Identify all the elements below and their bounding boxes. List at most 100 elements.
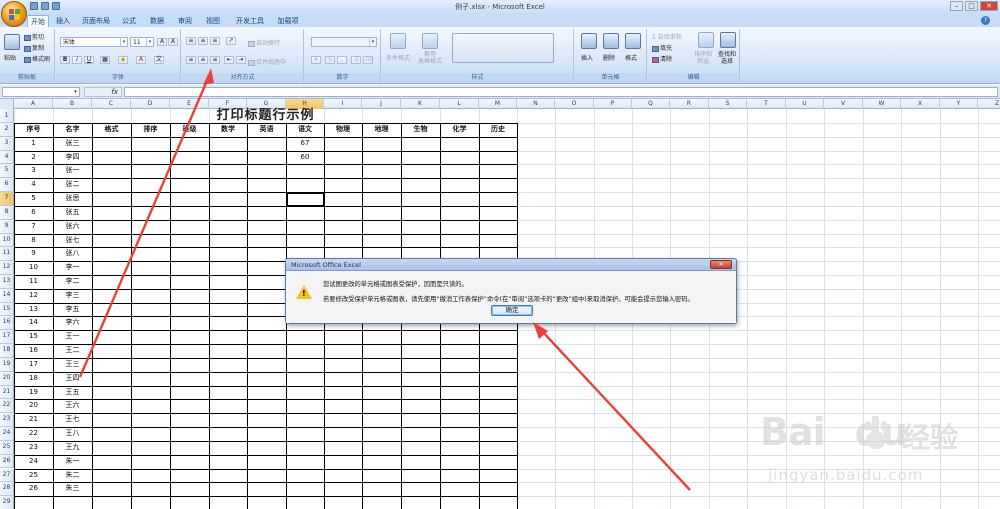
- cell-styles-gallery[interactable]: [452, 33, 554, 63]
- minimize-button[interactable]: –: [950, 1, 963, 11]
- header-cell[interactable]: 语文: [286, 123, 324, 137]
- conditional-format-icon[interactable]: [390, 33, 406, 49]
- row-header[interactable]: 7: [0, 192, 14, 206]
- table-cell[interactable]: 24: [14, 455, 53, 469]
- table-cell[interactable]: 3: [14, 164, 53, 178]
- row-header[interactable]: 8: [0, 205, 14, 220]
- table-cell[interactable]: 13: [14, 303, 53, 317]
- column-header[interactable]: J: [362, 99, 401, 109]
- tab-home[interactable]: 开始: [27, 15, 49, 27]
- header-cell[interactable]: 名字: [53, 123, 92, 137]
- orientation-button[interactable]: ↗: [226, 37, 236, 45]
- table-cell[interactable]: 张二: [53, 178, 92, 192]
- row-header[interactable]: 20: [0, 371, 14, 386]
- tab-page-layout[interactable]: 页面布局: [78, 15, 114, 27]
- table-cell[interactable]: 19: [14, 386, 53, 400]
- row-header[interactable]: 4: [0, 150, 14, 165]
- column-header[interactable]: X: [901, 99, 940, 109]
- insert-function-button[interactable]: fx: [84, 87, 122, 97]
- table-cell[interactable]: 张一: [53, 164, 92, 178]
- column-header[interactable]: B: [53, 99, 92, 109]
- table-cell[interactable]: 王八: [53, 427, 92, 441]
- autosum-button[interactable]: Σ 自动求和: [652, 32, 682, 41]
- tab-insert[interactable]: 插入: [52, 15, 74, 27]
- row-header[interactable]: 16: [0, 316, 14, 331]
- header-cell[interactable]: 物理: [324, 123, 362, 137]
- row-header[interactable]: 27: [0, 468, 14, 483]
- table-cell[interactable]: 67: [286, 137, 324, 151]
- table-cell[interactable]: 王九: [53, 441, 92, 455]
- row-header[interactable]: 15: [0, 302, 14, 317]
- align-bottom-button[interactable]: ≡: [210, 37, 220, 45]
- align-center-button[interactable]: ≡: [198, 56, 208, 64]
- cut-button[interactable]: 剪切: [24, 32, 44, 41]
- copy-button[interactable]: 复制: [24, 43, 44, 52]
- insert-cells-button[interactable]: 插入: [581, 53, 593, 62]
- column-header[interactable]: L: [440, 99, 479, 109]
- align-left-button[interactable]: ≡: [186, 56, 196, 64]
- active-cell[interactable]: [286, 192, 325, 207]
- sheet-title[interactable]: 打印标题行示例: [14, 109, 517, 123]
- header-cell[interactable]: 序号: [14, 123, 53, 137]
- row-header[interactable]: 22: [0, 399, 14, 414]
- table-cell[interactable]: 25: [14, 469, 53, 483]
- close-window-button[interactable]: ✕: [980, 1, 998, 11]
- row-header[interactable]: 19: [0, 357, 14, 372]
- tab-developer[interactable]: 开发工具: [232, 15, 268, 27]
- table-cell[interactable]: 王二: [53, 344, 92, 358]
- decrease-decimal-button[interactable]: .00: [363, 56, 374, 64]
- office-button[interactable]: [1, 1, 27, 27]
- table-cell[interactable]: 16: [14, 344, 53, 358]
- column-header[interactable]: R: [670, 99, 709, 109]
- row-header[interactable]: 18: [0, 344, 14, 358]
- header-cell[interactable]: 地理: [362, 123, 401, 137]
- clear-button[interactable]: 清除: [652, 54, 672, 63]
- table-cell[interactable]: 5: [14, 192, 53, 206]
- border-button[interactable]: ▦: [100, 56, 110, 64]
- ok-button[interactable]: 确定: [491, 305, 533, 316]
- column-header[interactable]: M: [479, 99, 517, 109]
- column-header[interactable]: K: [401, 99, 440, 109]
- font-name-select[interactable]: 宋体 ▾: [60, 37, 128, 47]
- table-cell[interactable]: 李二: [53, 275, 92, 289]
- row-header[interactable]: 13: [0, 275, 14, 289]
- column-header[interactable]: W: [863, 99, 901, 109]
- column-header[interactable]: U: [786, 99, 824, 109]
- column-header[interactable]: I: [324, 99, 362, 109]
- table-cell[interactable]: 20: [14, 399, 53, 413]
- table-cell[interactable]: 张六: [53, 220, 92, 234]
- table-cell[interactable]: 张八: [53, 247, 92, 261]
- format-painter-button[interactable]: 格式刷: [24, 54, 50, 63]
- table-cell[interactable]: 12: [14, 289, 53, 303]
- row-header[interactable]: 24: [0, 427, 14, 441]
- column-header[interactable]: C: [92, 99, 131, 109]
- table-cell[interactable]: 7: [14, 220, 53, 234]
- table-cell[interactable]: 60: [286, 151, 324, 165]
- row-header[interactable]: 3: [0, 136, 14, 151]
- row-header[interactable]: 2: [0, 123, 14, 137]
- binoculars-icon[interactable]: [720, 32, 736, 48]
- row-header[interactable]: 29: [0, 496, 14, 509]
- fill-button[interactable]: 填充: [652, 43, 672, 52]
- column-header[interactable]: P: [594, 99, 632, 109]
- align-middle-button[interactable]: ≡: [198, 37, 208, 45]
- table-cell[interactable]: 14: [14, 316, 53, 330]
- table-cell[interactable]: 王六: [53, 399, 92, 413]
- name-box[interactable]: ▾: [2, 87, 80, 97]
- table-cell[interactable]: 9: [14, 247, 53, 261]
- row-header[interactable]: 28: [0, 482, 14, 497]
- column-header[interactable]: V: [824, 99, 863, 109]
- column-header[interactable]: A: [14, 99, 53, 109]
- table-cell[interactable]: 朱三: [53, 482, 92, 496]
- increase-decimal-button[interactable]: .0: [351, 56, 361, 64]
- currency-button[interactable]: ¥: [311, 56, 321, 64]
- grow-font-button[interactable]: A: [157, 38, 167, 46]
- column-header[interactable]: D: [131, 99, 170, 109]
- header-cell[interactable]: 化学: [440, 123, 479, 137]
- comma-button[interactable]: ,: [337, 56, 347, 64]
- font-color-button[interactable]: A: [136, 56, 146, 64]
- column-header[interactable]: O: [555, 99, 594, 109]
- row-header[interactable]: 10: [0, 233, 14, 248]
- row-header[interactable]: 11: [0, 247, 14, 262]
- table-cell[interactable]: 18: [14, 372, 53, 386]
